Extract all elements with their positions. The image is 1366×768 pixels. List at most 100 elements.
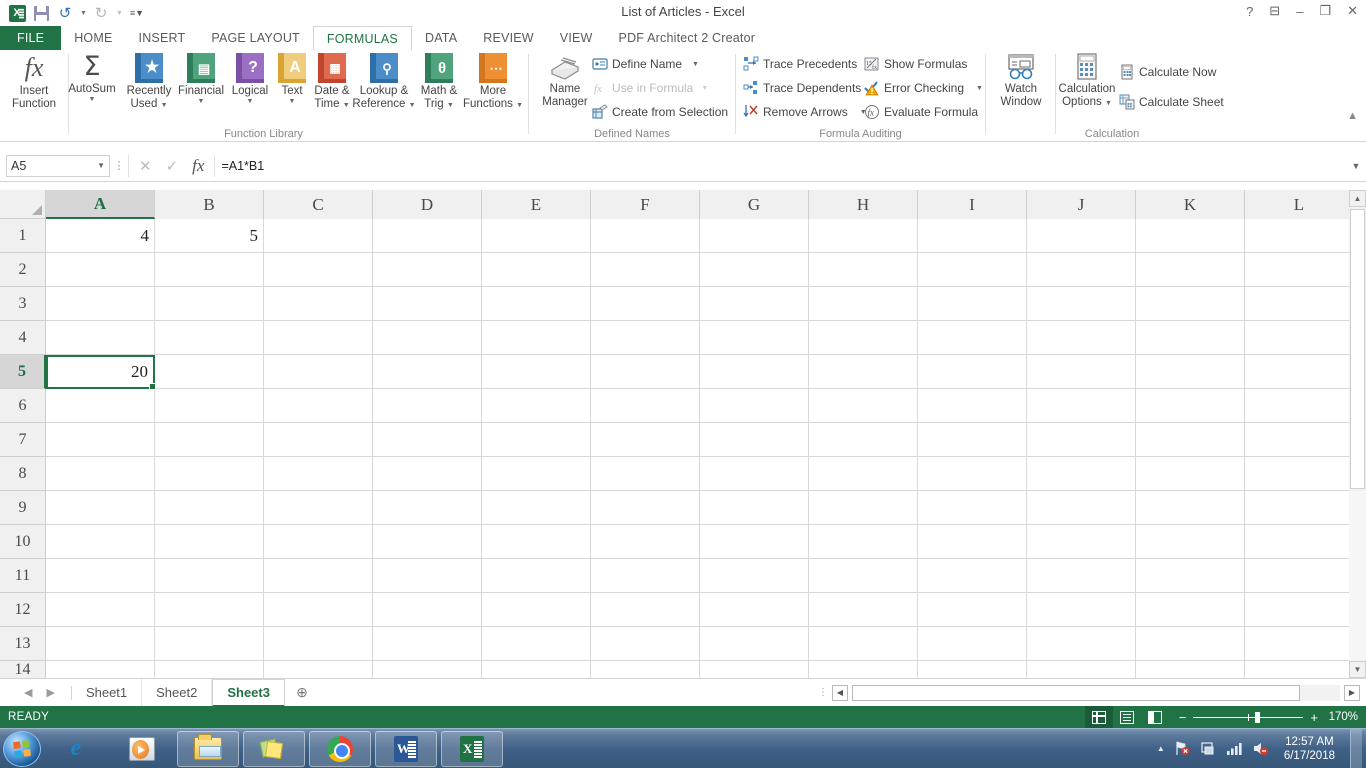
cell-l4[interactable] [1245, 321, 1354, 355]
cell-l8[interactable] [1245, 457, 1354, 491]
cell-h2[interactable] [809, 253, 918, 287]
taskbar-google-chrome[interactable] [309, 731, 371, 767]
row-header-12[interactable]: 12 [0, 593, 46, 627]
cell-d13[interactable] [373, 627, 482, 661]
cell-i10[interactable] [918, 525, 1027, 559]
cell-b1[interactable]: 5 [155, 219, 264, 253]
logical-button[interactable]: ? Logical ▼ [225, 53, 275, 105]
cell-j9[interactable] [1027, 491, 1136, 525]
column-header-a[interactable]: A [46, 190, 155, 219]
cell-b14[interactable] [155, 661, 264, 679]
cell-i6[interactable] [918, 389, 1027, 423]
date-time-dropdown-icon[interactable]: ▼ [343, 102, 350, 109]
cell-d8[interactable] [373, 457, 482, 491]
cell-a1[interactable]: 4 [46, 219, 155, 253]
cell-b2[interactable] [155, 253, 264, 287]
row-header-5[interactable]: 5 [0, 355, 46, 389]
cell-g13[interactable] [700, 627, 809, 661]
expand-formula-bar-icon[interactable]: ▼ [1346, 161, 1366, 171]
sheet-tab-sheet1[interactable]: Sheet1 [72, 679, 142, 707]
cell-e13[interactable] [482, 627, 591, 661]
cell-i14[interactable] [918, 661, 1027, 679]
cell-i2[interactable] [918, 253, 1027, 287]
insert-function-button[interactable]: fx Insert Function [6, 53, 62, 111]
cell-d6[interactable] [373, 389, 482, 423]
cell-j2[interactable] [1027, 253, 1136, 287]
cell-h12[interactable] [809, 593, 918, 627]
view-page-break-button[interactable] [1141, 706, 1169, 728]
cell-e5[interactable] [482, 355, 591, 389]
minimize-icon[interactable]: – [1296, 4, 1303, 19]
row-header-11[interactable]: 11 [0, 559, 46, 593]
cell-k14[interactable] [1136, 661, 1245, 679]
action-center-icon[interactable] [1174, 740, 1191, 757]
horizontal-scrollbar[interactable]: ⋮ ◀ ▶ [818, 685, 1366, 701]
tab-pdf-architect[interactable]: PDF Architect 2 Creator [606, 26, 769, 50]
evaluate-formula-button[interactable]: fx Evaluate Formula [864, 104, 978, 120]
cell-f10[interactable] [591, 525, 700, 559]
tab-page-layout[interactable]: PAGE LAYOUT [198, 26, 313, 50]
more-functions-button[interactable]: ⋯ More Functions ▼ [462, 53, 524, 112]
row-header-4[interactable]: 4 [0, 321, 46, 355]
cell-b12[interactable] [155, 593, 264, 627]
cell-k8[interactable] [1136, 457, 1245, 491]
enter-icon[interactable]: ✓ [166, 157, 179, 175]
cancel-icon[interactable]: ✕ [139, 157, 152, 175]
column-header-j[interactable]: J [1027, 190, 1136, 219]
cell-d14[interactable] [373, 661, 482, 679]
taskbar-microsoft-word[interactable]: W [375, 731, 437, 767]
cell-k9[interactable] [1136, 491, 1245, 525]
cell-l11[interactable] [1245, 559, 1354, 593]
column-header-c[interactable]: C [264, 190, 373, 219]
cell-e2[interactable] [482, 253, 591, 287]
autosum-button[interactable]: Σ AutoSum ▼ [62, 53, 122, 103]
cell-a12[interactable] [46, 593, 155, 627]
show-hidden-icons-icon[interactable]: ▲ [1157, 744, 1165, 753]
math-trig-button[interactable]: θ Math & Trig ▼ [414, 53, 464, 112]
cell-k11[interactable] [1136, 559, 1245, 593]
cell-g7[interactable] [700, 423, 809, 457]
cell-f13[interactable] [591, 627, 700, 661]
row-header-7[interactable]: 7 [0, 423, 46, 457]
cell-d4[interactable] [373, 321, 482, 355]
cell-g12[interactable] [700, 593, 809, 627]
date-time-button[interactable]: ▦ Date & Time ▼ [308, 53, 356, 112]
cell-b10[interactable] [155, 525, 264, 559]
scroll-down-icon[interactable]: ▼ [1349, 661, 1366, 678]
cell-l1[interactable] [1245, 219, 1354, 253]
cell-l13[interactable] [1245, 627, 1354, 661]
cell-c3[interactable] [264, 287, 373, 321]
cell-e1[interactable] [482, 219, 591, 253]
cell-a8[interactable] [46, 457, 155, 491]
cell-j11[interactable] [1027, 559, 1136, 593]
trace-precedents-button[interactable]: Trace Precedents [743, 56, 857, 72]
cell-k13[interactable] [1136, 627, 1245, 661]
row-header-10[interactable]: 10 [0, 525, 46, 559]
cell-e11[interactable] [482, 559, 591, 593]
cell-i7[interactable] [918, 423, 1027, 457]
cell-j7[interactable] [1027, 423, 1136, 457]
column-header-k[interactable]: K [1136, 190, 1245, 219]
cell-f9[interactable] [591, 491, 700, 525]
cell-a4[interactable] [46, 321, 155, 355]
cell-d12[interactable] [373, 593, 482, 627]
cell-l9[interactable] [1245, 491, 1354, 525]
more-functions-dropdown-icon[interactable]: ▼ [516, 102, 523, 109]
logical-dropdown-icon[interactable]: ▼ [247, 98, 254, 105]
cell-i11[interactable] [918, 559, 1027, 593]
cell-f2[interactable] [591, 253, 700, 287]
add-sheet-icon[interactable]: ⊕ [285, 684, 319, 701]
scroll-up-icon[interactable]: ▲ [1349, 190, 1366, 207]
view-normal-button[interactable] [1085, 706, 1113, 728]
cell-a13[interactable] [46, 627, 155, 661]
cell-k2[interactable] [1136, 253, 1245, 287]
cell-a14[interactable] [46, 661, 155, 679]
column-header-e[interactable]: E [482, 190, 591, 219]
cell-c4[interactable] [264, 321, 373, 355]
row-header-1[interactable]: 1 [0, 219, 46, 253]
sheet-next-icon[interactable]: ▶ [46, 686, 54, 699]
cell-d9[interactable] [373, 491, 482, 525]
cell-l10[interactable] [1245, 525, 1354, 559]
tab-formulas[interactable]: FORMULAS [313, 26, 412, 50]
error-checking-button[interactable]: Error Checking ▼ [864, 80, 983, 96]
